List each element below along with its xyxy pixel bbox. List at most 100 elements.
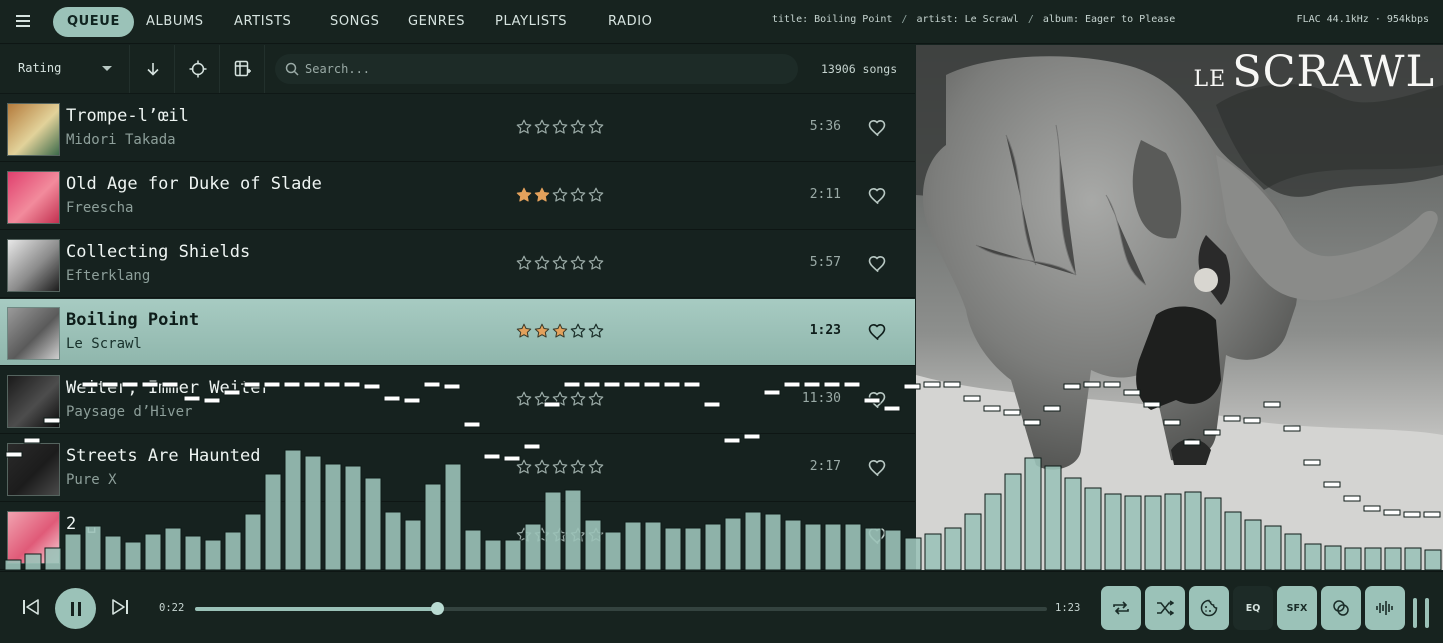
- album-thumbnail: [7, 375, 60, 428]
- album-cover-image: [916, 45, 1443, 570]
- star-empty-icon[interactable]: [552, 527, 568, 543]
- now-playing-album: album: Eager to Please: [1042, 14, 1176, 25]
- menu-icon[interactable]: [14, 12, 34, 32]
- star-empty-icon[interactable]: [588, 527, 604, 543]
- song-title: Weiter, Immer Weiter: [66, 378, 271, 398]
- heart-icon[interactable]: [868, 322, 888, 342]
- sort-value: Rating: [18, 61, 62, 75]
- song-title: Old Age for Duke of Slade: [66, 174, 322, 194]
- song-artist[interactable]: Midori Takada: [66, 132, 176, 148]
- star-empty-icon[interactable]: [588, 187, 604, 203]
- star-filled-icon[interactable]: [552, 323, 568, 339]
- separator: /: [1027, 14, 1034, 25]
- star-empty-icon[interactable]: [570, 119, 586, 135]
- progress-handle[interactable]: [431, 602, 445, 615]
- song-row[interactable]: Weiter, Immer Weiter Paysage d’Hiver 11:30: [0, 367, 915, 434]
- star-filled-icon[interactable]: [534, 323, 550, 339]
- tab-genres[interactable]: GENRES: [394, 7, 479, 37]
- repeat-button[interactable]: [1101, 586, 1141, 630]
- tab-radio[interactable]: RADIO: [594, 7, 666, 37]
- volume-bar-right[interactable]: [1425, 598, 1429, 628]
- song-artist[interactable]: Efterklang: [66, 268, 150, 284]
- tab-songs[interactable]: SONGS: [316, 7, 394, 37]
- song-duration: 2:11: [809, 187, 841, 202]
- star-empty-icon[interactable]: [552, 459, 568, 475]
- rating-stars: [516, 119, 604, 137]
- progress-bar[interactable]: [195, 602, 1047, 615]
- song-row[interactable]: 2 ␣: [0, 503, 915, 570]
- star-empty-icon[interactable]: [588, 391, 604, 407]
- song-artist[interactable]: Pure X: [66, 472, 117, 488]
- star-empty-icon[interactable]: [516, 119, 532, 135]
- star-empty-icon[interactable]: [588, 255, 604, 271]
- star-filled-icon[interactable]: [516, 187, 532, 203]
- star-empty-icon[interactable]: [552, 255, 568, 271]
- song-artist[interactable]: Paysage d’Hiver: [66, 404, 192, 420]
- heart-icon[interactable]: [868, 186, 888, 206]
- song-row[interactable]: Old Age for Duke of Slade Freescha 2:11: [0, 163, 915, 230]
- play-pause-button[interactable]: [55, 588, 96, 629]
- equalizer-button[interactable]: EQ: [1233, 586, 1273, 630]
- tab-artists[interactable]: ARTISTS: [220, 7, 305, 37]
- song-row[interactable]: Collecting Shields Efterklang 5:57: [0, 231, 915, 298]
- star-filled-icon[interactable]: [534, 187, 550, 203]
- rating-stars: [516, 459, 604, 477]
- sort-direction-button[interactable]: [131, 45, 175, 93]
- heart-icon[interactable]: [868, 390, 888, 410]
- star-empty-icon[interactable]: [552, 187, 568, 203]
- tab-playlists[interactable]: PLAYLISTS: [481, 7, 581, 37]
- search-icon: [285, 62, 299, 76]
- star-empty-icon[interactable]: [570, 459, 586, 475]
- album-cover: LE SCRAWL: [916, 45, 1443, 570]
- song-row[interactable]: Trompe-l’œil Midori Takada 5:36: [0, 95, 915, 162]
- star-empty-icon[interactable]: [534, 255, 550, 271]
- song-row[interactable]: Streets Are Haunted Pure X 2:17: [0, 435, 915, 502]
- star-empty-icon[interactable]: [516, 391, 532, 407]
- heart-icon[interactable]: [868, 118, 888, 138]
- star-empty-icon[interactable]: [534, 119, 550, 135]
- song-duration: 5:57: [809, 255, 841, 270]
- heart-icon[interactable]: [868, 526, 888, 546]
- song-artist[interactable]: Le Scrawl: [66, 336, 142, 352]
- star-empty-icon[interactable]: [570, 527, 586, 543]
- song-row-current[interactable]: Boiling Point Le Scrawl 1:23: [0, 299, 915, 366]
- progress-fill: [195, 607, 438, 611]
- dynamic-playlist-button[interactable]: [1189, 586, 1229, 630]
- radio-mode-button[interactable]: [1321, 586, 1361, 630]
- sfx-button[interactable]: SFX: [1277, 586, 1317, 630]
- star-filled-icon[interactable]: [516, 323, 532, 339]
- star-empty-icon[interactable]: [534, 459, 550, 475]
- song-artist[interactable]: Freescha: [66, 200, 133, 216]
- search-input[interactable]: [305, 54, 785, 84]
- heart-icon[interactable]: [868, 458, 888, 478]
- star-empty-icon[interactable]: [552, 391, 568, 407]
- star-empty-icon[interactable]: [534, 391, 550, 407]
- star-empty-icon[interactable]: [534, 527, 550, 543]
- previous-button[interactable]: [22, 599, 40, 619]
- player-bar: 0:22 1:23 EQ SFX: [0, 571, 1443, 643]
- song-title: Trompe-l’œil: [66, 106, 189, 126]
- star-empty-icon[interactable]: [552, 119, 568, 135]
- star-empty-icon[interactable]: [588, 459, 604, 475]
- heart-icon[interactable]: [868, 254, 888, 274]
- shuffle-icon: [1157, 600, 1174, 616]
- star-empty-icon[interactable]: [570, 391, 586, 407]
- codec-info: FLAC 44.1kHz · 954kbps: [1296, 14, 1429, 25]
- volume-bar-left[interactable]: [1413, 598, 1417, 628]
- star-empty-icon[interactable]: [588, 323, 604, 339]
- star-empty-icon[interactable]: [516, 255, 532, 271]
- star-empty-icon[interactable]: [570, 187, 586, 203]
- star-empty-icon[interactable]: [570, 255, 586, 271]
- visualizer-button[interactable]: [1365, 586, 1405, 630]
- tab-albums[interactable]: ALBUMS: [132, 7, 218, 37]
- star-empty-icon[interactable]: [516, 459, 532, 475]
- columns-button[interactable]: [221, 45, 265, 93]
- star-empty-icon[interactable]: [516, 527, 532, 543]
- sort-select[interactable]: Rating: [0, 45, 130, 93]
- locate-current-button[interactable]: [176, 45, 220, 93]
- star-empty-icon[interactable]: [570, 323, 586, 339]
- next-button[interactable]: [111, 599, 129, 619]
- star-empty-icon[interactable]: [588, 119, 604, 135]
- shuffle-button[interactable]: [1145, 586, 1185, 630]
- tab-queue[interactable]: QUEUE: [53, 7, 134, 37]
